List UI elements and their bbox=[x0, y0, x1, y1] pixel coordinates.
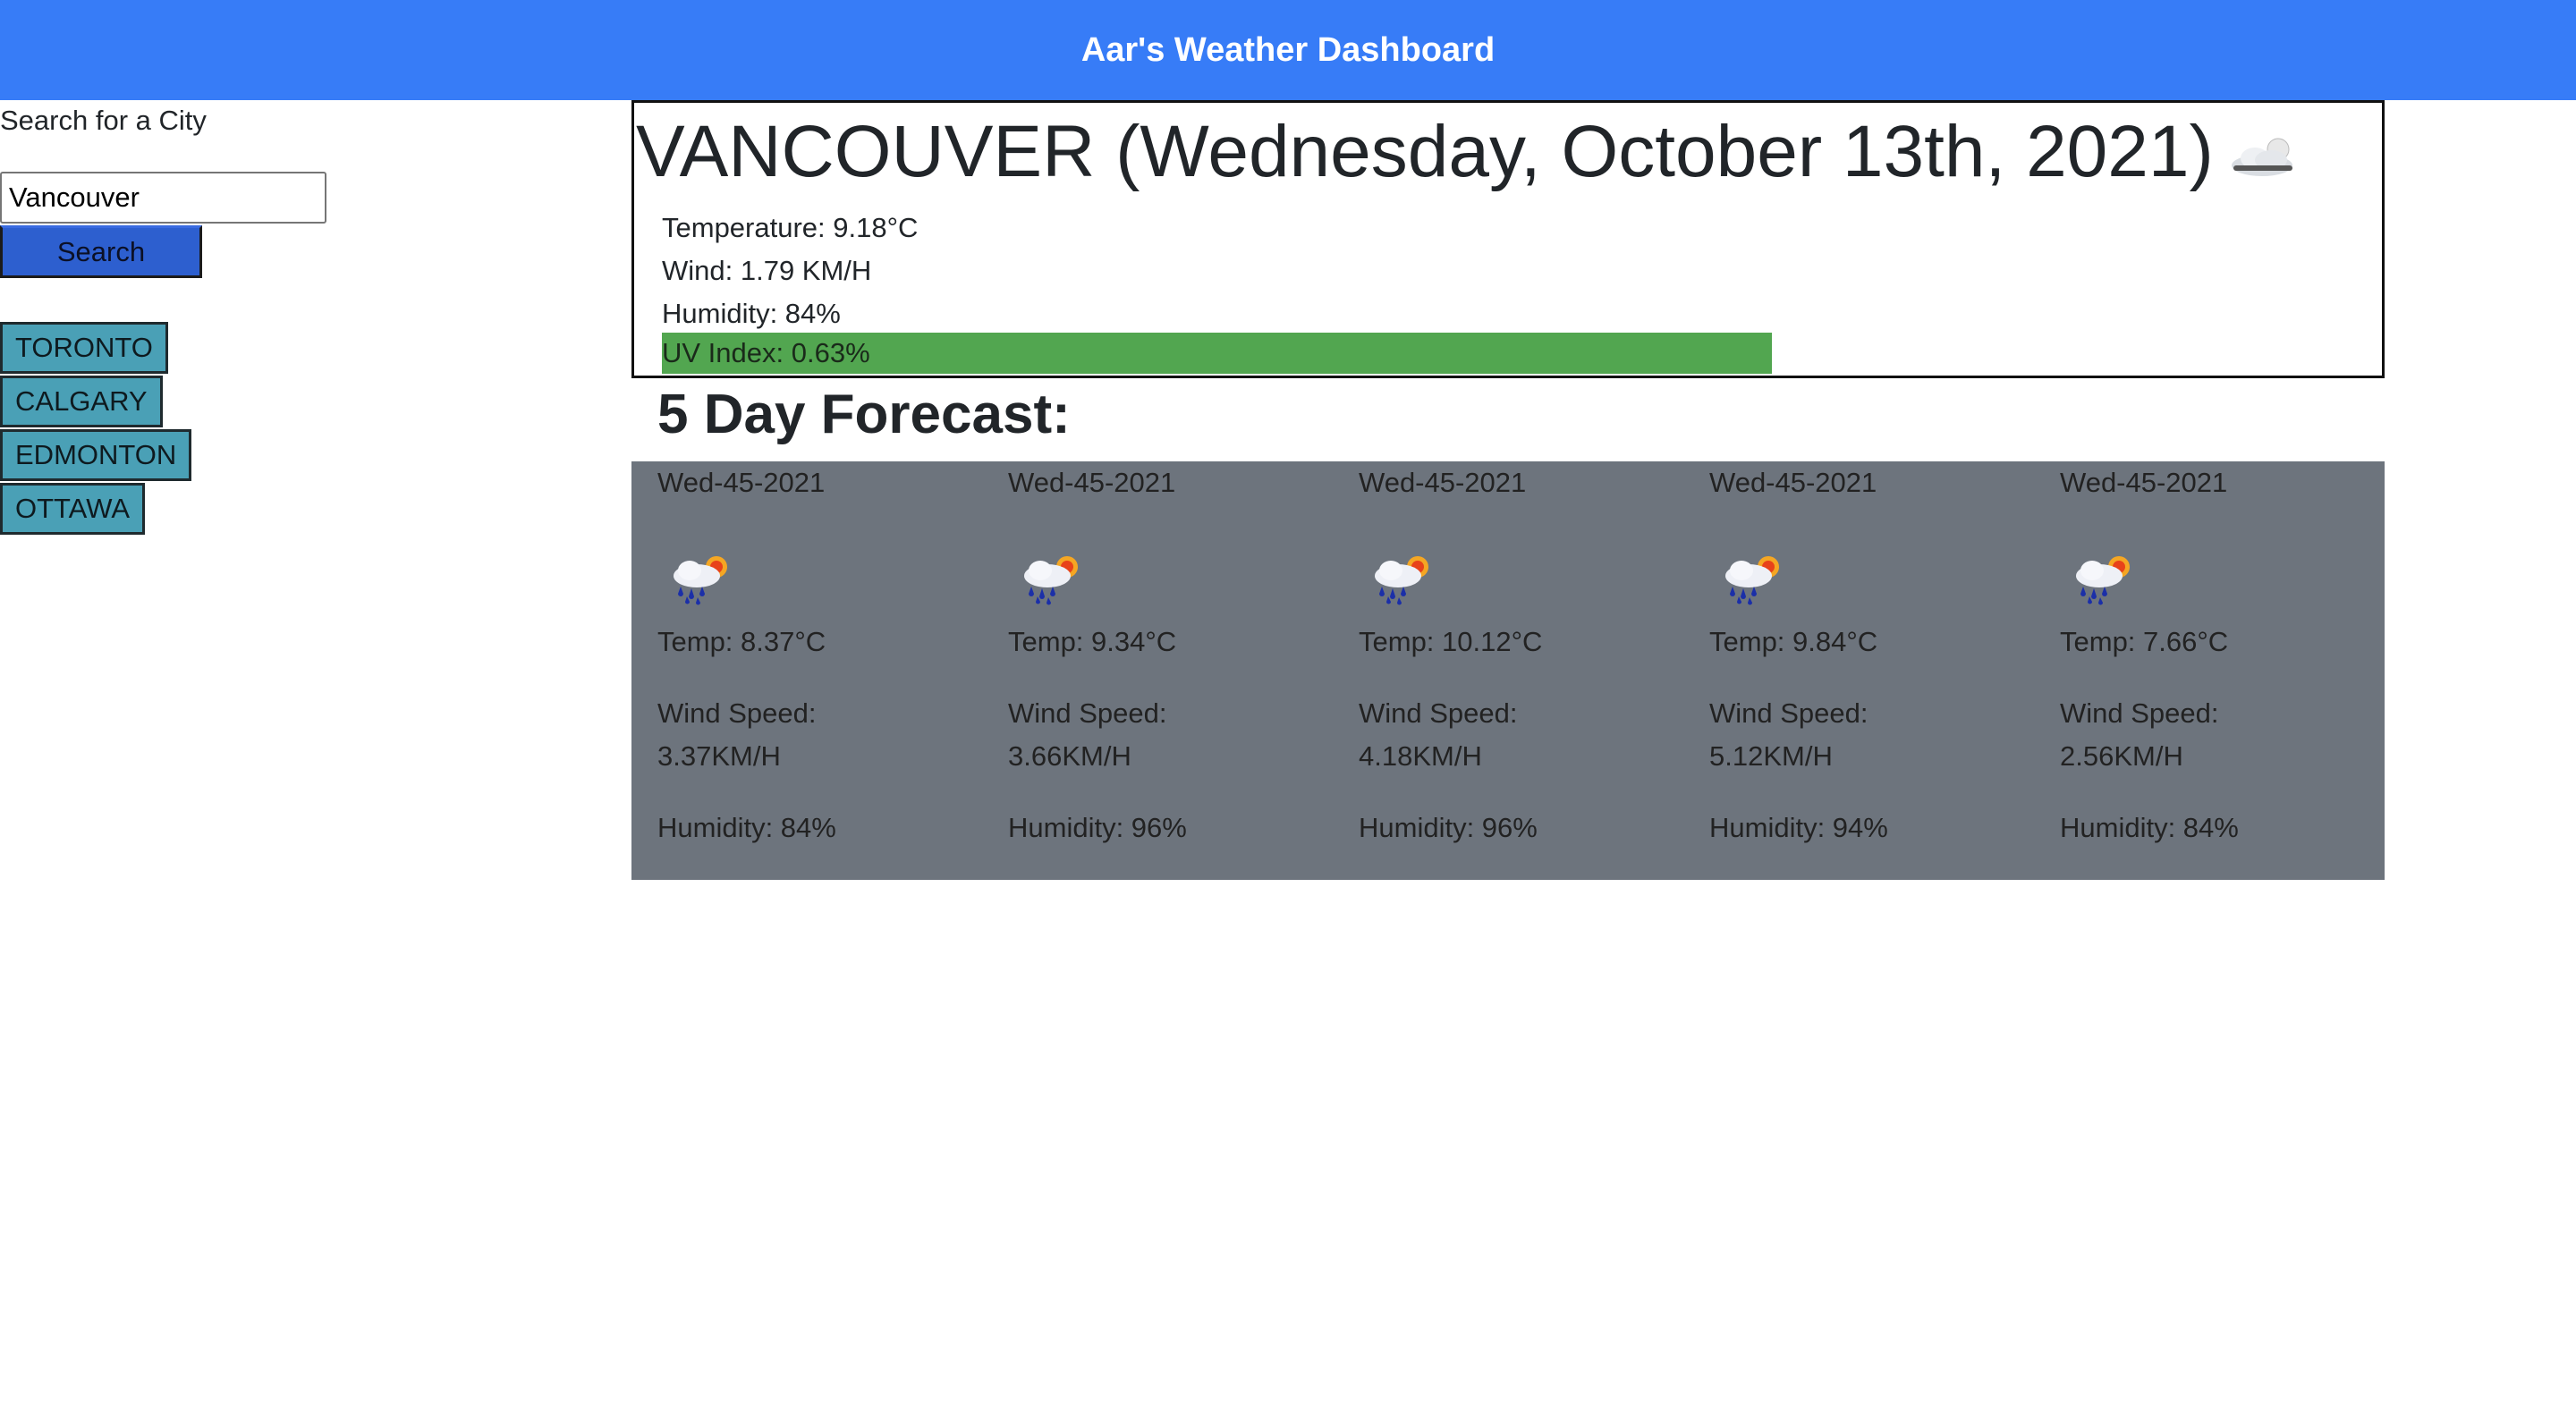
current-wind: Wind: 1.79 KM/H bbox=[662, 255, 872, 286]
forecast-heading: 5 Day Forecast: bbox=[657, 384, 1071, 445]
city-search-input[interactable] bbox=[0, 172, 326, 224]
current-city-title: VANCOUVER (Wednesday, October 13th, 2021… bbox=[636, 111, 2214, 192]
forecast-temp: Temp: 9.84°C bbox=[1709, 626, 1878, 657]
forecast-card: Wed-45-2021 Temp: 7.66°C Wind Speed: 2.5… bbox=[2060, 461, 2400, 880]
forecast-date: Wed-45-2021 bbox=[2060, 467, 2228, 498]
forecast-humidity: Humidity: 96% bbox=[1008, 812, 1187, 843]
history-button-edmonton[interactable]: EDMONTON bbox=[0, 429, 192, 481]
forecast-date: Wed-45-2021 bbox=[1008, 467, 1176, 498]
forecast-wind-label: Wind Speed: bbox=[1008, 697, 1167, 729]
app-header: Aar's Weather Dashboard bbox=[0, 0, 2576, 100]
app-title: Aar's Weather Dashboard bbox=[1080, 30, 1496, 69]
current-city-heading: VANCOUVER (Wednesday, October 13th, 2021… bbox=[636, 110, 2303, 194]
uv-index-bar: UV Index: 0.63% bbox=[662, 333, 1772, 374]
forecast-wind-value: 2.56KM/H bbox=[2060, 740, 2183, 772]
rain-sun-icon bbox=[2065, 545, 2142, 608]
rain-sun-icon bbox=[1013, 545, 1090, 608]
forecast-wind-value: 3.37KM/H bbox=[657, 740, 781, 772]
forecast-temp: Temp: 8.37°C bbox=[657, 626, 826, 657]
forecast-humidity: Humidity: 96% bbox=[1359, 812, 1538, 843]
forecast-temp: Temp: 10.12°C bbox=[1359, 626, 1543, 657]
current-weather-card: VANCOUVER (Wednesday, October 13th, 2021… bbox=[631, 100, 2385, 378]
forecast-humidity: Humidity: 84% bbox=[657, 812, 836, 843]
current-temperature: Temperature: 9.18°C bbox=[662, 212, 919, 243]
forecast-card: Wed-45-2021 Temp: 9.84°C Wind Speed: 5.1… bbox=[1709, 461, 2049, 880]
search-button[interactable]: Search bbox=[0, 225, 202, 278]
rain-sun-icon bbox=[1364, 545, 1441, 608]
history-button-ottawa[interactable]: OTTAWA bbox=[0, 483, 145, 535]
search-history-list: TORONTO CALGARY EDMONTON OTTAWA bbox=[0, 322, 192, 537]
forecast-temp: Temp: 7.66°C bbox=[2060, 626, 2229, 657]
forecast-date: Wed-45-2021 bbox=[1359, 467, 1527, 498]
forecast-wind-label: Wind Speed: bbox=[657, 697, 817, 729]
forecast-card: Wed-45-2021 Temp: 9.34°C Wind Speed: 3.6… bbox=[1008, 461, 1348, 880]
forecast-temp: Temp: 9.34°C bbox=[1008, 626, 1177, 657]
forecast-wind-value: 3.66KM/H bbox=[1008, 740, 1131, 772]
forecast-humidity: Humidity: 84% bbox=[2060, 812, 2239, 843]
forecast-wind-value: 4.18KM/H bbox=[1359, 740, 1482, 772]
forecast-wind-label: Wind Speed: bbox=[1359, 697, 1518, 729]
current-humidity: Humidity: 84% bbox=[662, 298, 841, 329]
forecast-card: Wed-45-2021 Temp: 10.12°C Wind Speed: 4.… bbox=[1359, 461, 1699, 880]
forecast-wind-label: Wind Speed: bbox=[1709, 697, 1868, 729]
rain-sun-icon bbox=[1715, 545, 1792, 608]
forecast-wind-label: Wind Speed: bbox=[2060, 697, 2219, 729]
cloud-with-sun-icon bbox=[2226, 119, 2303, 176]
forecast-date: Wed-45-2021 bbox=[657, 467, 826, 498]
search-label: Search for a City bbox=[0, 105, 207, 136]
history-button-toronto[interactable]: TORONTO bbox=[0, 322, 168, 374]
rain-sun-icon bbox=[663, 545, 740, 608]
forecast-wind-value: 5.12KM/H bbox=[1709, 740, 1833, 772]
forecast-date: Wed-45-2021 bbox=[1709, 467, 1877, 498]
forecast-panel: Wed-45-2021 Temp: 8.37°C Wind Speed: 3.3… bbox=[631, 461, 2385, 880]
forecast-humidity: Humidity: 94% bbox=[1709, 812, 1888, 843]
forecast-card: Wed-45-2021 Temp: 8.37°C Wind Speed: 3.3… bbox=[657, 461, 997, 880]
history-button-calgary[interactable]: CALGARY bbox=[0, 376, 163, 427]
uv-index-text: UV Index: 0.63% bbox=[662, 337, 870, 368]
